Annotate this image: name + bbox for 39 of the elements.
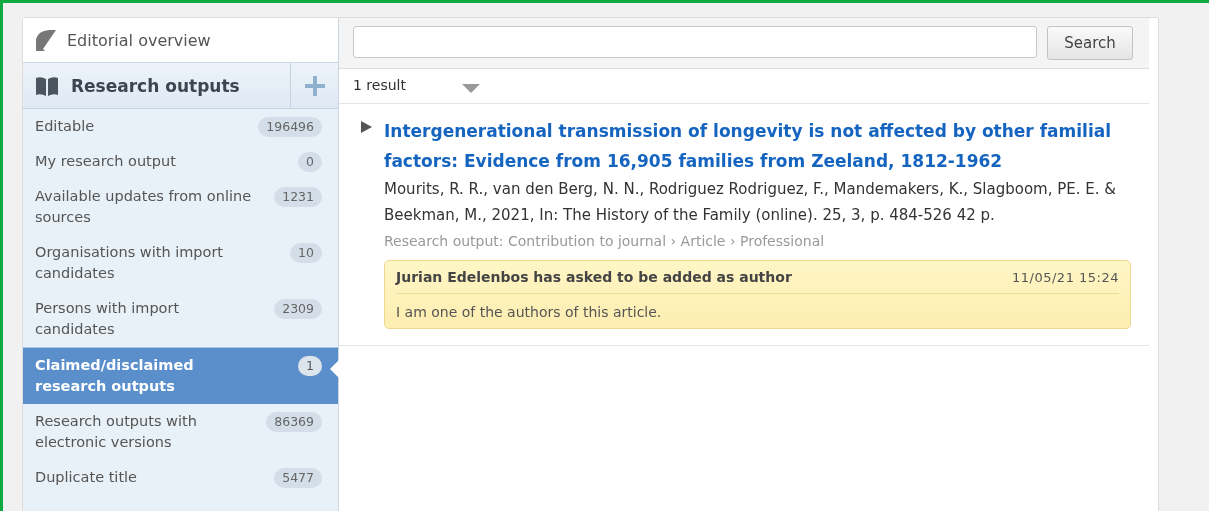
item-label: Claimed/disclaimed research outputs bbox=[35, 356, 195, 396]
count-badge: 196496 bbox=[258, 117, 322, 137]
count-badge: 0 bbox=[298, 152, 322, 172]
book-icon bbox=[35, 75, 59, 96]
search-button[interactable]: Search bbox=[1047, 26, 1133, 60]
item-label: Available updates from online sources bbox=[35, 187, 253, 227]
sidebar-item[interactable]: My research output 0 bbox=[23, 144, 338, 179]
sidebar-item[interactable]: Research outputs with electronic versions 86369 bbox=[23, 404, 338, 460]
item-label: Research outputs with electronic versions bbox=[35, 412, 198, 452]
gauge-icon bbox=[35, 29, 57, 51]
item-label: My research output bbox=[35, 152, 177, 171]
item-label: Organisations with import candidates bbox=[35, 243, 225, 283]
count-badge: 1231 bbox=[274, 187, 322, 207]
result-title-link[interactable]: Intergenerational transmission of longevity is not affected by other familial factors: Evidence from 16,905 families from Zeeland, 1812-1962 bbox=[384, 116, 1133, 176]
sidebar-item[interactable]: Editable 196496 bbox=[23, 109, 338, 144]
expand-triangle-icon[interactable] bbox=[361, 121, 372, 133]
sidebar-item[interactable]: Duplicate title 5477 bbox=[23, 460, 338, 495]
item-label: Editable bbox=[35, 117, 96, 136]
count-badge: 1 bbox=[298, 356, 322, 376]
editorial-overview-link[interactable]: Editorial overview bbox=[23, 18, 338, 63]
dropdown-caret-icon[interactable] bbox=[461, 83, 480, 93]
search-field[interactable] bbox=[353, 26, 1037, 58]
sidebar-item[interactable]: Claimed/disclaimed research outputs 1 bbox=[23, 347, 338, 404]
sidebar-item[interactable]: Organisations with import candidates 10 bbox=[23, 235, 338, 291]
output-type: Research output: Contribution to journal › Article › Professional bbox=[384, 232, 826, 251]
note-message: I am one of the authors of this article. bbox=[396, 303, 663, 322]
sidebar-item[interactable]: Persons with import candidates 2309 bbox=[23, 291, 338, 347]
section-title: Research outputs bbox=[71, 75, 241, 96]
item-label: Persons with import candidates bbox=[35, 299, 181, 339]
count-badge: 2309 bbox=[274, 299, 322, 319]
count-badge: 5477 bbox=[274, 468, 322, 488]
count-badge: 86369 bbox=[266, 412, 322, 432]
sidebar-item[interactable]: Available updates from online sources 1231 bbox=[23, 179, 338, 235]
note-heading: Jurian Edelenbos has asked to be added as author bbox=[396, 269, 792, 285]
note-timestamp: 11/05/21 15:24 bbox=[1012, 269, 1119, 285]
item-label: Duplicate title bbox=[35, 468, 139, 487]
result-count: 1 result bbox=[353, 77, 406, 93]
count-badge: 10 bbox=[290, 243, 322, 263]
citation-text: Mourits, R. R., van den Berg, N. N., Rodriguez Rodriguez, F., Mandemakers, K., Slagboom, PE. E. & Beekman, M., 2021, In: The History of the Family (online). 25, 3, p. 484-526 42 p. bbox=[384, 179, 1118, 226]
